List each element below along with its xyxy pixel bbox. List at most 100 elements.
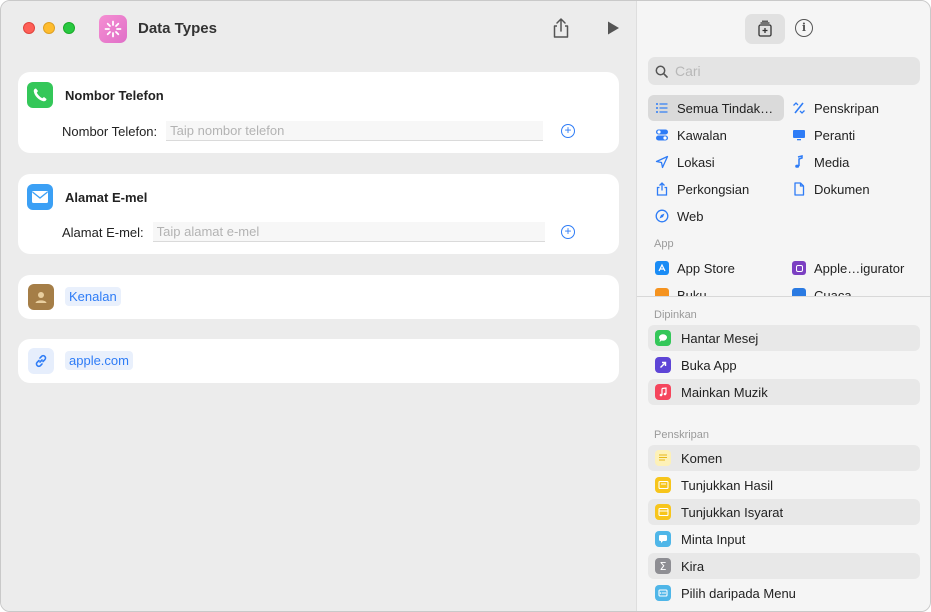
action-comment[interactable]: Komen xyxy=(648,445,920,471)
play-icon[interactable] xyxy=(605,20,621,36)
messages-icon xyxy=(655,330,671,346)
action-choose-from-menu[interactable]: Pilih daripada Menu xyxy=(648,580,920,606)
action-label: Mainkan Muzik xyxy=(681,384,768,400)
share-icon xyxy=(656,182,668,196)
books-icon xyxy=(655,288,669,296)
search-input[interactable] xyxy=(675,63,905,79)
email-field-row: Alamat E-mel: xyxy=(62,222,545,242)
configurator-icon xyxy=(792,261,806,275)
app-label: Buku xyxy=(677,287,707,297)
category-web[interactable]: Web xyxy=(648,203,784,229)
action-label: Buka App xyxy=(681,357,737,373)
add-email-button[interactable]: + xyxy=(561,225,575,239)
email-card-header: Alamat E-mel xyxy=(27,184,147,210)
action-label: Tunjukkan Isyarat xyxy=(681,504,784,520)
category-label: Peranti xyxy=(814,127,856,143)
sparkle-icon xyxy=(104,20,122,38)
envelope-icon xyxy=(27,184,53,210)
category-label: Perkongsian xyxy=(677,181,750,197)
category-label: Web xyxy=(677,208,704,224)
action-ask-input[interactable]: Minta Input xyxy=(648,526,920,552)
phone-number-input[interactable] xyxy=(166,121,544,141)
editor-pane: Data Types Nombor Telefon Nombor Telefon… xyxy=(1,1,636,611)
app-window: Data Types Nombor Telefon Nombor Telefon… xyxy=(0,0,931,612)
app-item-weather[interactable]: Cuaca xyxy=(785,282,921,296)
scripting-icon xyxy=(793,102,805,114)
sigma-icon: Σ xyxy=(655,558,671,574)
url-action[interactable]: apple.com xyxy=(18,339,619,383)
email-address-input[interactable] xyxy=(152,222,545,242)
email-address-action[interactable]: Alamat E-mel Alamat E-mel: + xyxy=(18,174,619,254)
category-all-actions[interactable]: Semua Tindak… xyxy=(648,95,784,121)
category-location[interactable]: Lokasi xyxy=(648,149,784,175)
category-documents[interactable]: Dokumen xyxy=(785,176,921,202)
share-icon[interactable] xyxy=(551,17,571,39)
action-label: Tunjukkan Hasil xyxy=(681,477,774,493)
info-button[interactable]: i xyxy=(795,19,813,37)
phone-icon xyxy=(27,82,53,108)
action-label: Komen xyxy=(681,450,723,466)
category-label: Lokasi xyxy=(677,154,715,170)
action-label: Kira xyxy=(681,558,705,574)
window-title: Data Types xyxy=(138,20,217,37)
action-open-app[interactable]: Buka App xyxy=(648,352,920,378)
email-card-title: Alamat E-mel xyxy=(65,189,148,205)
comment-icon xyxy=(655,450,671,466)
library-tab-button[interactable] xyxy=(745,14,785,44)
action-play-music[interactable]: Mainkan Muzik xyxy=(648,379,920,405)
category-scripting[interactable]: Penskripan xyxy=(785,95,921,121)
close-window-button[interactable] xyxy=(23,22,35,34)
zoom-window-button[interactable] xyxy=(63,22,75,34)
toggle-icon xyxy=(656,129,668,141)
phone-number-action[interactable]: Nombor Telefon Nombor Telefon: + xyxy=(18,72,619,153)
document-icon xyxy=(794,182,805,196)
category-sharing[interactable]: Perkongsian xyxy=(648,176,784,202)
link-icon xyxy=(28,348,54,374)
search-icon xyxy=(655,65,668,78)
menu-icon xyxy=(655,585,671,601)
weather-icon xyxy=(792,288,806,296)
search-field[interactable] xyxy=(648,57,920,85)
category-label: Dokumen xyxy=(814,181,870,197)
action-calculate[interactable]: Σ Kira xyxy=(648,553,920,579)
shortcut-icon[interactable] xyxy=(99,15,127,43)
app-section-label: App xyxy=(654,238,674,250)
music-note-icon xyxy=(795,155,803,168)
category-controls[interactable]: Kawalan xyxy=(648,122,784,148)
app-item-app-store[interactable]: App Store xyxy=(648,255,784,281)
contacts-token[interactable]: Kenalan xyxy=(65,287,121,306)
list-icon xyxy=(656,103,668,113)
category-label: Semua Tindak… xyxy=(677,100,774,116)
action-send-message[interactable]: Hantar Mesej xyxy=(648,325,920,351)
app-store-icon xyxy=(655,261,669,275)
action-show-alert[interactable]: Tunjukkan Isyarat xyxy=(648,499,920,525)
show-result-icon xyxy=(655,477,671,493)
category-label: Media xyxy=(814,154,850,170)
pinned-section-label: Dipinkan xyxy=(654,309,697,321)
action-label: Hantar Mesej xyxy=(681,330,759,346)
minimize-window-button[interactable] xyxy=(43,22,55,34)
category-device[interactable]: Peranti xyxy=(785,122,921,148)
category-label: Kawalan xyxy=(677,127,727,143)
app-item-configurator[interactable]: Apple…igurator xyxy=(785,255,921,281)
app-label: App Store xyxy=(677,260,735,276)
phone-field-row: Nombor Telefon: xyxy=(62,121,544,141)
category-grid: Semua Tindak… Penskripan Kawalan Peranti… xyxy=(637,93,930,296)
window-controls xyxy=(23,22,75,34)
action-library-sidebar: i Semua Tindak… Penskripan Kawalan Peran… xyxy=(636,1,930,611)
add-phone-button[interactable]: + xyxy=(561,124,575,138)
contacts-icon xyxy=(28,284,54,310)
category-media[interactable]: Media xyxy=(785,149,921,175)
contacts-action[interactable]: Kenalan xyxy=(18,275,619,319)
action-show-result[interactable]: Tunjukkan Hasil xyxy=(648,472,920,498)
app-label: Apple…igurator xyxy=(814,260,905,276)
action-label: Pilih daripada Menu xyxy=(681,585,796,601)
url-token[interactable]: apple.com xyxy=(65,351,133,370)
phone-card-header: Nombor Telefon xyxy=(27,82,164,108)
app-item-books[interactable]: Buku xyxy=(648,282,784,296)
library-add-icon xyxy=(758,20,772,37)
category-label: Penskripan xyxy=(814,100,880,116)
location-arrow-icon xyxy=(655,155,669,169)
ask-input-icon xyxy=(655,531,671,547)
compass-icon xyxy=(655,209,669,223)
